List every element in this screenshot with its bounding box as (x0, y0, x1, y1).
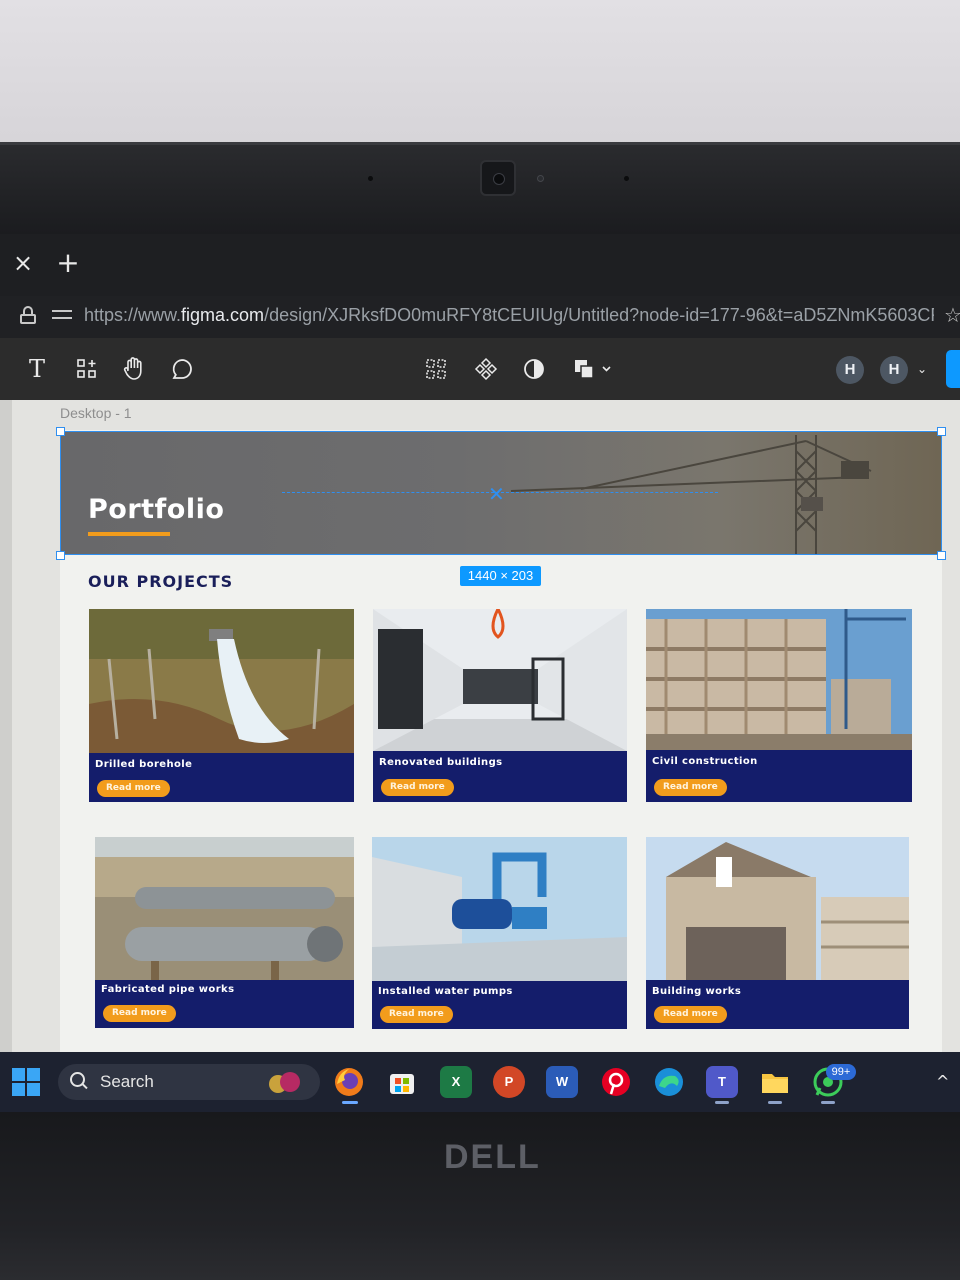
left-panel-edge (0, 400, 12, 1052)
resize-handle[interactable] (56, 427, 65, 436)
url-text[interactable]: https://www.figma.com/design/XJRksfDO0mu… (84, 305, 934, 327)
active-app-indicator (342, 1101, 358, 1104)
sensor-dot (368, 176, 373, 181)
edge-icon[interactable] (653, 1066, 685, 1098)
card-title: Fabricated pipe works (101, 984, 235, 995)
selection-size-badge: 1440 × 203 (460, 566, 541, 586)
grid-tool-icon[interactable] (422, 355, 450, 383)
boolean-tool-icon[interactable] (570, 355, 614, 383)
store-icon[interactable] (386, 1066, 418, 1098)
file-explorer-icon[interactable] (759, 1066, 791, 1098)
url-prefix: https://www. (84, 305, 182, 325)
project-card[interactable]: Civil construction Read more (646, 609, 912, 802)
text-tool-icon[interactable]: T (24, 355, 50, 383)
chevron-down-icon[interactable]: ⌄ (914, 355, 930, 383)
search-highlight-icon (269, 1072, 300, 1093)
read-more-button[interactable]: Read more (654, 779, 727, 796)
app-indicator (821, 1101, 835, 1104)
borehole-photo (89, 609, 354, 753)
windows-start-icon[interactable] (12, 1068, 40, 1096)
webcam (480, 160, 516, 196)
background-wall (0, 0, 960, 150)
lock-icon[interactable] (20, 306, 36, 324)
site-settings-icon[interactable] (52, 308, 72, 322)
search-icon (70, 1072, 88, 1090)
building-works-photo (646, 837, 909, 980)
card-title: Installed water pumps (378, 986, 513, 997)
teams-icon[interactable]: T (706, 1066, 738, 1098)
project-card[interactable]: Installed water pumps Read more (372, 837, 627, 1029)
browser-tab-strip (0, 234, 960, 296)
project-card[interactable]: Renovated buildings Read more (373, 609, 627, 802)
read-more-button[interactable]: Read more (97, 780, 170, 797)
components-tool-icon[interactable] (472, 355, 500, 383)
read-more-button[interactable]: Read more (381, 779, 454, 796)
card-title: Building works (652, 986, 742, 997)
resize-handle[interactable] (937, 427, 946, 436)
read-more-button[interactable]: Read more (654, 1006, 727, 1023)
pipe-works-photo (95, 837, 354, 980)
collaborator-avatar[interactable]: H (836, 356, 864, 384)
app-indicator (768, 1101, 782, 1104)
pinterest-icon[interactable] (600, 1066, 632, 1098)
chevron-up-icon[interactable]: ^ (936, 1072, 949, 1091)
notification-badge: 99+ (826, 1064, 856, 1080)
sensor-dot (624, 176, 629, 181)
excel-icon[interactable]: X (440, 1066, 472, 1098)
powerpoint-icon[interactable]: P (493, 1066, 525, 1098)
civil-construction-photo (646, 609, 912, 750)
bookmark-star-icon[interactable]: ☆ (944, 303, 960, 327)
card-title: Drilled borehole (95, 759, 193, 770)
contrast-tool-icon[interactable] (520, 355, 548, 383)
firefox-icon[interactable] (333, 1066, 365, 1098)
project-card[interactable]: Building works Read more (646, 837, 909, 1029)
project-card[interactable]: Fabricated pipe works Read more (95, 837, 354, 1028)
center-marker-icon: ✕ (488, 482, 505, 506)
component-tool-icon[interactable] (74, 355, 100, 383)
read-more-button[interactable]: Read more (380, 1006, 453, 1023)
close-tab-icon[interactable]: × (12, 250, 34, 276)
read-more-button[interactable]: Read more (103, 1005, 176, 1022)
sensor-dot (537, 175, 544, 182)
resize-handle[interactable] (937, 551, 946, 560)
hand-tool-icon[interactable] (120, 355, 148, 383)
url-domain: figma.com (181, 305, 265, 325)
app-indicator (715, 1101, 729, 1104)
share-button[interactable] (946, 350, 960, 388)
renovated-building-photo (373, 609, 627, 751)
card-title: Renovated buildings (379, 757, 503, 768)
frame-label[interactable]: Desktop - 1 (60, 405, 132, 421)
word-icon[interactable]: W (546, 1066, 578, 1098)
water-pump-photo (372, 837, 627, 981)
resize-handle[interactable] (56, 551, 65, 560)
comment-tool-icon[interactable] (168, 355, 196, 383)
new-tab-button[interactable]: + (56, 249, 80, 277)
svg-text:DELL: DELL (444, 1138, 541, 1174)
card-title: Civil construction (652, 756, 758, 767)
dell-logo: DELL (444, 1136, 548, 1176)
section-title: OUR PROJECTS (88, 572, 234, 591)
url-path: /design/XJRksfDO0muRFY8tCEUIUg/Untitled?… (264, 305, 934, 325)
user-avatar[interactable]: H (880, 356, 908, 384)
search-label: Search (100, 1072, 154, 1091)
project-card[interactable]: Drilled borehole Read more (89, 609, 354, 802)
